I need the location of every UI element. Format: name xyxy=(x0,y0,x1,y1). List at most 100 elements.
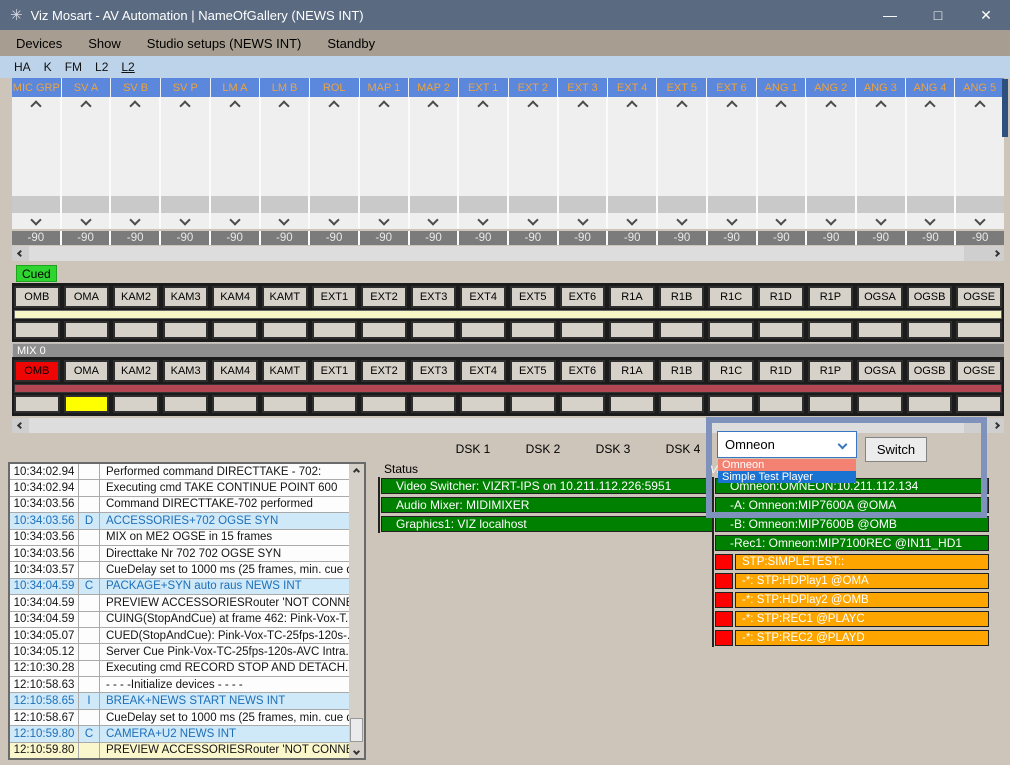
fader-down-button[interactable] xyxy=(658,216,706,224)
fader-down-button[interactable] xyxy=(807,216,855,224)
log-row[interactable]: 12:10:59.80CCAMERA+U2 NEWS INT xyxy=(10,726,349,742)
bus-cell[interactable] xyxy=(14,395,60,413)
bus-cell[interactable] xyxy=(312,321,358,339)
bus-cell[interactable] xyxy=(14,321,60,339)
fader-up-button[interactable] xyxy=(708,102,756,110)
fader-slider[interactable] xyxy=(708,196,756,213)
bus-button-ext2[interactable]: EXT2 xyxy=(361,286,407,308)
bus-cell[interactable] xyxy=(609,395,655,413)
server-option-simple-test-player[interactable]: Simple Test Player xyxy=(718,471,856,483)
fader-down-button[interactable] xyxy=(758,216,806,224)
fader-down-button[interactable] xyxy=(211,216,259,224)
fader-down-button[interactable] xyxy=(907,216,955,224)
bus-button-r1d[interactable]: R1D xyxy=(758,286,804,308)
fader-down-button[interactable] xyxy=(459,216,507,224)
quick-tab-k[interactable]: K xyxy=(44,60,52,74)
fader-slider[interactable] xyxy=(658,196,706,213)
bus-cell[interactable] xyxy=(163,321,209,339)
log-row[interactable]: 10:34:03.56Command DIRECTTAKE-702 perfor… xyxy=(10,497,349,513)
bus-button-ext4[interactable]: EXT4 xyxy=(460,286,506,308)
fader-up-button[interactable] xyxy=(12,102,60,110)
fader-slider[interactable] xyxy=(807,196,855,213)
quick-tab-fm[interactable]: FM xyxy=(65,60,82,74)
quick-tab-l2[interactable]: L2 xyxy=(95,60,108,74)
fader-up-button[interactable] xyxy=(410,102,458,110)
log-row[interactable]: 10:34:02.94Performed command DIRECTTAKE … xyxy=(10,464,349,480)
bus-cell[interactable] xyxy=(262,321,308,339)
fader-down-button[interactable] xyxy=(857,216,905,224)
bus-button-kam2[interactable]: KAM2 xyxy=(113,286,159,308)
fader-slider[interactable] xyxy=(310,196,358,213)
log-row[interactable]: 10:34:04.59PREVIEW ACCESSORIESRouter 'NO… xyxy=(10,595,349,611)
bus-cell[interactable] xyxy=(212,395,258,413)
fader-up-button[interactable] xyxy=(211,102,259,110)
log-vscrollbar-thumb[interactable] xyxy=(350,718,363,742)
log-row[interactable]: 12:10:58.65IBREAK+NEWS START NEWS INT xyxy=(10,693,349,709)
fader-hscrollbar-thumb[interactable] xyxy=(29,246,964,261)
fader-up-button[interactable] xyxy=(459,102,507,110)
bus-cell[interactable] xyxy=(64,395,110,413)
bus-cell[interactable] xyxy=(361,321,407,339)
bus-cell[interactable] xyxy=(808,321,854,339)
bus-cell[interactable] xyxy=(609,321,655,339)
bus-cell[interactable] xyxy=(708,395,754,413)
bus-cell[interactable] xyxy=(808,395,854,413)
bus-button-kam4[interactable]: KAM4 xyxy=(212,360,258,382)
fader-down-button[interactable] xyxy=(12,216,60,224)
bus-cell[interactable] xyxy=(857,395,903,413)
bus-button-r1b[interactable]: R1B xyxy=(659,286,705,308)
bus-cell[interactable] xyxy=(312,395,358,413)
bus-button-r1a[interactable]: R1A xyxy=(609,286,655,308)
bus-button-kam3[interactable]: KAM3 xyxy=(163,286,209,308)
bus-button-ext1[interactable]: EXT1 xyxy=(312,360,358,382)
close-button[interactable]: ✕ xyxy=(962,0,1010,30)
bus-button-ext6[interactable]: EXT6 xyxy=(560,286,606,308)
bus-button-kamt[interactable]: KAMT xyxy=(262,360,308,382)
fader-slider[interactable] xyxy=(907,196,955,213)
fader-down-button[interactable] xyxy=(360,216,408,224)
bus-button-oma[interactable]: OMA xyxy=(64,360,110,382)
maximize-button[interactable]: □ xyxy=(914,0,962,30)
bus-button-ext4[interactable]: EXT4 xyxy=(460,360,506,382)
fader-down-button[interactable] xyxy=(161,216,209,224)
fader-slider[interactable] xyxy=(956,196,1004,213)
minimize-button[interactable]: — xyxy=(866,0,914,30)
bus-button-r1p[interactable]: R1P xyxy=(808,286,854,308)
fader-up-button[interactable] xyxy=(509,102,557,110)
bus-button-r1p[interactable]: R1P xyxy=(808,360,854,382)
fader-slider[interactable] xyxy=(459,196,507,213)
bus-cell[interactable] xyxy=(361,395,407,413)
menu-item-devices[interactable]: Devices xyxy=(3,30,75,56)
bus-cell[interactable] xyxy=(113,321,159,339)
switch-button[interactable]: Switch xyxy=(865,437,927,462)
bus-cell[interactable] xyxy=(758,321,804,339)
bus-cell[interactable] xyxy=(659,321,705,339)
fader-down-button[interactable] xyxy=(62,216,110,224)
menu-item-show[interactable]: Show xyxy=(75,30,134,56)
fader-hscrollbar[interactable] xyxy=(12,246,1004,261)
fader-down-button[interactable] xyxy=(310,216,358,224)
fader-down-button[interactable] xyxy=(509,216,557,224)
bus-button-kam3[interactable]: KAM3 xyxy=(163,360,209,382)
bus-button-ogsa[interactable]: OGSA xyxy=(857,360,903,382)
log-row[interactable]: 10:34:03.57CueDelay set to 1000 ms (25 f… xyxy=(10,562,349,578)
log-row[interactable]: 10:34:03.56DACCESSORIES+702 OGSE SYN xyxy=(10,513,349,529)
log-row[interactable]: 12:10:58.63- - - -Initialize devices - -… xyxy=(10,677,349,693)
fader-slider[interactable] xyxy=(111,196,159,213)
scroll-up-icon[interactable] xyxy=(349,464,364,478)
fader-up-button[interactable] xyxy=(608,102,656,110)
bus-cell[interactable] xyxy=(113,395,159,413)
bus-button-ext3[interactable]: EXT3 xyxy=(411,286,457,308)
log-row[interactable]: 12:10:30.28Executing cmd RECORD STOP AND… xyxy=(10,661,349,677)
bus-button-oma[interactable]: OMA xyxy=(64,286,110,308)
fader-slider[interactable] xyxy=(62,196,110,213)
quick-tab-l2[interactable]: L2 xyxy=(121,60,134,74)
log-row[interactable]: 10:34:03.56Directtake Nr 702 702 OGSE SY… xyxy=(10,546,349,562)
bus-cell[interactable] xyxy=(907,395,953,413)
bus-cell[interactable] xyxy=(907,321,953,339)
bus-button-ext1[interactable]: EXT1 xyxy=(312,286,358,308)
bus-button-kam4[interactable]: KAM4 xyxy=(212,286,258,308)
bus-button-ext5[interactable]: EXT5 xyxy=(510,360,556,382)
bus-button-r1c[interactable]: R1C xyxy=(708,286,754,308)
fader-up-button[interactable] xyxy=(658,102,706,110)
